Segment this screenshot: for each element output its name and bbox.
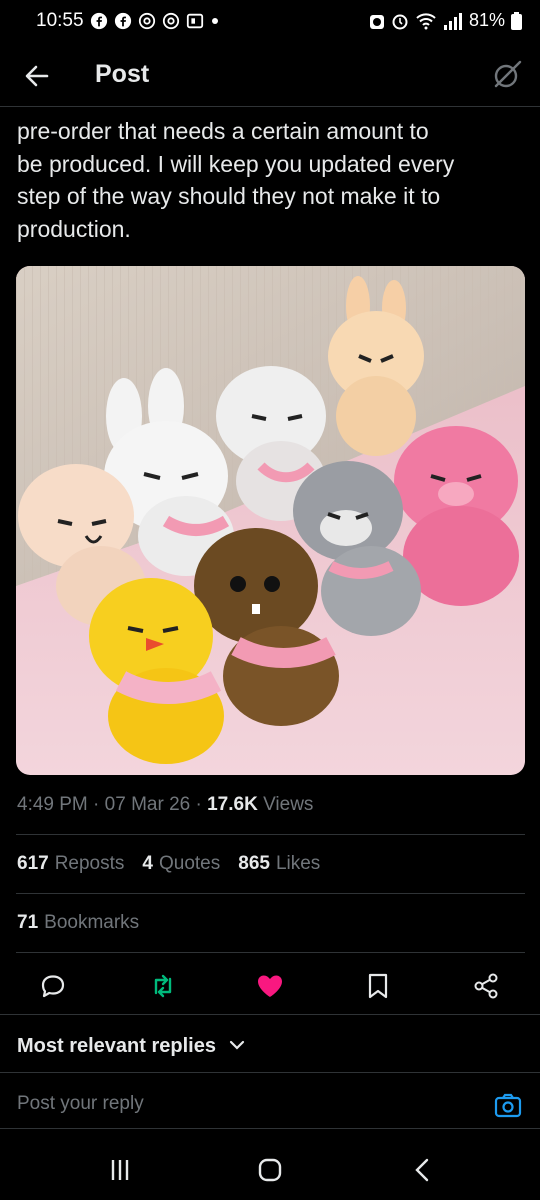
quotes-label: Quotes xyxy=(158,853,221,874)
divider xyxy=(0,1072,540,1073)
dot-icon xyxy=(212,18,218,24)
flipboard-icon xyxy=(186,13,204,29)
status-right-icons: 81% xyxy=(369,10,522,31)
replies-filter-label: Most relevant replies xyxy=(17,1035,216,1057)
likes-stat[interactable]: 865 Likes xyxy=(238,853,320,875)
bookmarks-label: Bookmarks xyxy=(44,912,140,933)
battery-percent: 81% xyxy=(468,10,505,30)
replies-filter-dropdown[interactable]: Most relevant replies xyxy=(17,1035,246,1058)
likes-label: Likes xyxy=(275,853,321,874)
reposts-count: 617 xyxy=(17,853,49,874)
divider xyxy=(16,952,525,953)
header: Post xyxy=(0,44,540,107)
post-date: 07 Mar 26 xyxy=(104,794,191,815)
threads-icon xyxy=(162,12,180,30)
reply-icon[interactable] xyxy=(37,970,69,1002)
camera-icon[interactable] xyxy=(493,1090,523,1120)
post-meta: 4:49 PM · 07 Mar 26 · 17.6K Views xyxy=(17,794,313,816)
meta-separator: · xyxy=(195,794,208,815)
bookmarks-stat[interactable]: 71 Bookmarks xyxy=(17,912,139,934)
back-nav-icon[interactable] xyxy=(408,1156,438,1184)
facebook-icon xyxy=(90,12,108,30)
home-icon[interactable] xyxy=(255,1156,285,1184)
signal-icon xyxy=(443,12,462,30)
page-title: Post xyxy=(95,60,150,88)
threads-icon xyxy=(138,12,156,30)
action-bar xyxy=(0,958,540,1014)
reply-input[interactable]: Post your reply xyxy=(17,1093,477,1115)
share-icon[interactable] xyxy=(470,970,502,1002)
likes-count: 865 xyxy=(238,853,270,874)
views-label: Views xyxy=(263,794,314,815)
grok-icon[interactable] xyxy=(490,58,524,92)
status-bar: 10:55 81% xyxy=(0,0,540,44)
post-text-line: step of the way should they not make it … xyxy=(17,183,441,209)
meta-separator: · xyxy=(93,794,105,815)
divider xyxy=(16,893,525,894)
divider xyxy=(0,1014,540,1015)
post-text-line: be produced. I will keep you updated eve… xyxy=(17,150,455,177)
quotes-stat[interactable]: 4 Quotes xyxy=(142,853,220,875)
alarm-clock-icon xyxy=(392,14,408,29)
facebook-icon xyxy=(114,12,132,30)
bookmark-icon[interactable] xyxy=(362,970,394,1002)
back-arrow-icon[interactable] xyxy=(20,59,54,93)
post-text-line: production. xyxy=(17,215,131,242)
post-text-line: pre-order that needs a certain amount to xyxy=(17,118,429,144)
post-text: pre-order that needs a certain amount to… xyxy=(17,115,522,245)
status-time: 10:55 xyxy=(36,10,84,31)
chevron-down-icon xyxy=(229,1040,244,1050)
wifi-icon xyxy=(416,12,436,29)
divider xyxy=(16,834,525,835)
post-image[interactable] xyxy=(16,266,525,775)
system-nav-bar xyxy=(0,1140,540,1200)
plush-toys-photo xyxy=(16,266,525,775)
battery-icon xyxy=(511,11,522,30)
repost-icon[interactable] xyxy=(147,970,179,1002)
recent-apps-icon[interactable] xyxy=(105,1156,135,1184)
post-time: 4:49 PM xyxy=(17,794,88,815)
like-icon[interactable] xyxy=(254,970,286,1002)
alarm-icon xyxy=(369,14,384,29)
views-count: 17.6K xyxy=(207,794,258,815)
reposts-stat[interactable]: 617 Reposts xyxy=(17,853,124,875)
stats-row: 617 Reposts 4 Quotes 865 Likes xyxy=(17,853,320,875)
bookmarks-count: 71 xyxy=(17,912,39,933)
divider xyxy=(0,1128,540,1129)
reposts-label: Reposts xyxy=(54,853,125,874)
quotes-count: 4 xyxy=(142,853,153,874)
